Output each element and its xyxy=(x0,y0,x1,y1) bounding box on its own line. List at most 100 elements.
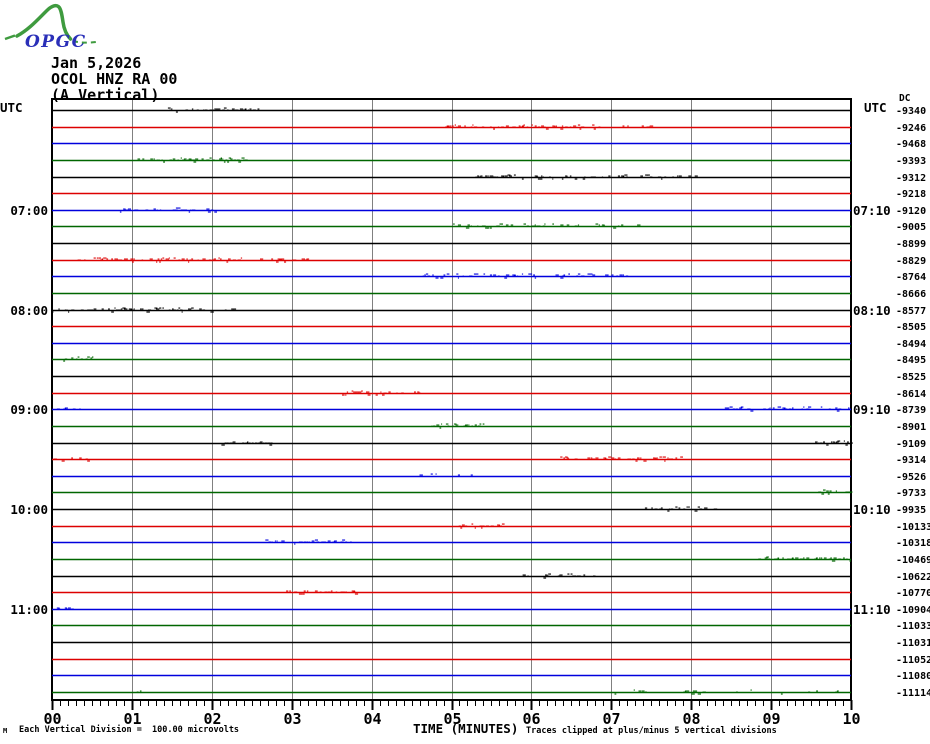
trace-noise-burst xyxy=(543,577,547,579)
dc-offset-value: -9109 xyxy=(896,439,926,450)
trace-noise-burst xyxy=(98,257,101,259)
trace-noise-burst xyxy=(621,224,624,226)
trace-noise-burst xyxy=(186,258,188,260)
clipping-note: Traces clipped at plus/minus 5 vertical … xyxy=(526,726,777,736)
trace-noise-burst xyxy=(836,690,839,692)
dc-offset-value: -9393 xyxy=(896,156,926,167)
trace-noise-burst xyxy=(700,508,703,510)
trace-noise-burst xyxy=(202,258,206,260)
trace-noise-burst xyxy=(726,407,730,409)
trace-noise-burst xyxy=(351,590,356,592)
trace-noise-burst xyxy=(220,258,222,260)
trace-noise-burst xyxy=(441,423,443,425)
trace-noise-burst xyxy=(521,125,525,127)
trace-noise-burst xyxy=(502,176,504,178)
trace-noise-burst xyxy=(611,457,615,459)
trace-noise-burst xyxy=(56,607,60,609)
trace-noise-burst xyxy=(467,224,470,226)
trace-noise-burst xyxy=(617,457,621,459)
trace-noise-burst xyxy=(640,457,642,459)
trace-noise-burst xyxy=(303,541,307,543)
trace-noise-burst xyxy=(739,407,743,409)
trace-noise-burst xyxy=(632,458,635,460)
trace-noise-burst xyxy=(232,441,236,443)
trace-noise-burst xyxy=(269,444,273,446)
trace-noise-burst xyxy=(534,125,537,127)
trace-noise-burst xyxy=(76,358,78,360)
trace-noise-burst xyxy=(850,442,853,444)
trace-noise-burst xyxy=(271,541,273,543)
trace-noise-burst xyxy=(207,211,211,213)
trace-noise-burst xyxy=(527,575,529,577)
trace-noise-burst xyxy=(465,525,468,527)
trace-noise-burst xyxy=(252,109,256,111)
trace-noise-burst xyxy=(501,523,505,525)
trace-noise-burst xyxy=(448,126,450,128)
trace-noise-burst xyxy=(470,225,472,227)
trace-noise-burst xyxy=(686,690,690,692)
trace-noise-burst xyxy=(568,458,570,460)
trace-noise-burst xyxy=(209,109,213,111)
trace-noise-burst xyxy=(651,507,653,509)
trace-noise-burst xyxy=(334,540,337,542)
trace-noise-burst xyxy=(244,108,247,110)
trace-noise-burst xyxy=(124,209,129,211)
trace-noise-burst xyxy=(769,407,771,409)
trace-noise-burst xyxy=(528,273,531,275)
trace-noise-burst xyxy=(226,442,229,444)
trace-noise-burst xyxy=(358,391,362,393)
trace-noise-burst xyxy=(185,209,188,211)
trace-noise-burst xyxy=(497,126,500,128)
trace-noise-burst xyxy=(206,208,210,210)
trace-noise-burst xyxy=(122,307,126,309)
trace-noise-burst xyxy=(306,590,309,592)
trace-noise-burst xyxy=(542,225,546,227)
trace-noise-burst xyxy=(485,525,489,527)
trace-noise-burst xyxy=(637,224,641,226)
trace-noise-burst xyxy=(229,442,233,444)
trace-noise-burst xyxy=(180,157,182,159)
trace-noise-burst xyxy=(189,308,192,310)
trace-noise-burst xyxy=(340,541,344,543)
trace-noise-burst xyxy=(284,261,287,263)
trace-noise-burst xyxy=(493,274,497,276)
trace-noise-burst xyxy=(311,540,315,542)
trace-noise-burst xyxy=(150,158,153,160)
trace-noise-burst xyxy=(659,176,662,178)
x-axis-title: TIME (MINUTES) xyxy=(413,721,519,736)
trace-noise-burst xyxy=(848,407,850,409)
trace-noise-burst xyxy=(247,441,249,443)
trace-noise-burst xyxy=(561,125,564,127)
trace-noise-burst xyxy=(154,307,158,309)
trace-noise-burst xyxy=(787,558,790,560)
trace-noise-burst xyxy=(71,309,75,311)
trace-noise-burst xyxy=(293,259,297,261)
left-time-label: 07:00 xyxy=(10,203,48,218)
trace-noise-burst xyxy=(218,257,220,259)
trace-noise-burst xyxy=(61,460,65,462)
trace-noise-burst xyxy=(521,273,524,275)
trace-noise-burst xyxy=(233,159,236,161)
trace-noise-burst xyxy=(838,408,842,410)
trace-noise-burst xyxy=(190,209,192,211)
trace-noise-burst xyxy=(566,224,570,226)
trace-noise-burst xyxy=(460,527,463,529)
trace-noise-burst xyxy=(637,457,640,459)
trace-noise-burst xyxy=(446,125,450,127)
trace-noise-burst xyxy=(686,506,688,508)
trace-noise-burst xyxy=(203,109,205,111)
trace-noise-burst xyxy=(169,159,172,161)
trace-noise-burst xyxy=(274,540,276,542)
trace-noise-burst xyxy=(156,308,160,310)
trace-noise-burst xyxy=(103,257,107,259)
trace-noise-burst xyxy=(266,442,268,444)
trace-noise-burst xyxy=(560,277,564,279)
trace-noise-burst xyxy=(640,175,643,177)
trace-noise-burst xyxy=(106,258,109,260)
trace-noise-burst xyxy=(641,690,645,692)
trace-noise-burst xyxy=(823,557,827,559)
trace-noise-burst xyxy=(280,258,285,260)
trace-noise-burst xyxy=(801,408,803,410)
trace-noise-burst xyxy=(523,223,526,225)
trace-noise-burst xyxy=(513,174,516,176)
